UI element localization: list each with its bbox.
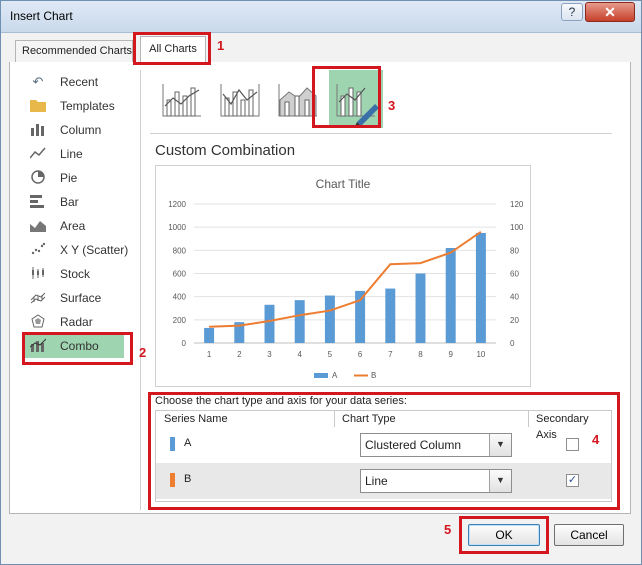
surface-chart-icon [30,290,46,306]
folder-icon [30,98,46,114]
bar-series-a [324,295,335,343]
annotation-1: 1 [217,38,225,53]
x-tick-label: 8 [418,350,423,359]
combo-chart: Chart Title 0 200 400 600 800 1000 1200 0 20 40 6… [168,177,524,380]
category-surface[interactable]: Surface [20,286,136,310]
legend-swatch-a [314,373,328,378]
bar-series-a [264,304,275,343]
highlight-ok-button [459,516,549,554]
y2-tick-label: 0 [510,339,515,348]
x-tick-label: 10 [476,350,485,359]
bar-chart-icon [30,194,46,210]
annotation-2: 2 [139,345,147,360]
title-bar: Insert Chart ? ✕ [1,1,641,33]
help-button[interactable]: ? [561,3,583,21]
y2-tick-label: 80 [510,246,519,255]
highlight-series-config [148,392,620,510]
bar-series-a [385,288,396,343]
category-stock[interactable]: Stock [20,262,136,286]
close-button[interactable]: ✕ [585,2,635,22]
bar-series-a [415,273,426,343]
stock-chart-icon [30,266,46,282]
y2-tick-label: 100 [510,223,524,232]
category-recent[interactable]: ↶ Recent [20,70,136,94]
bar-series-a [204,327,215,343]
column-line-secondary-icon [220,84,260,117]
tab-recommended-charts[interactable]: Recommended Charts [15,40,133,62]
annotation-4: 4 [592,432,600,447]
category-line[interactable]: Line [20,142,136,166]
annotation-5: 5 [444,522,452,537]
legend-label-a: A [332,371,338,380]
x-tick-label: 9 [448,350,453,359]
cancel-button[interactable]: Cancel [554,524,624,546]
radar-chart-icon [30,314,46,330]
y2-tick-label: 60 [510,270,519,279]
category-pie[interactable]: Pie [20,166,136,190]
y-tick-label: 1000 [168,223,186,232]
clustered-column-line-icon [162,84,201,117]
x-tick-label: 6 [358,350,363,359]
x-tick-label: 7 [388,350,393,359]
pie-chart-icon [30,170,46,186]
y-tick-label: 800 [173,246,187,255]
panel-divider [140,70,141,510]
y-tick-label: 600 [173,270,187,279]
y-tick-label: 0 [182,339,187,348]
subtype-column-line-secondary-axis[interactable] [213,70,267,128]
bar-series-a [294,300,305,343]
area-chart-icon [30,218,46,234]
category-area[interactable]: Area [20,214,136,238]
category-templates[interactable]: Templates [20,94,136,118]
recent-icon: ↶ [32,74,44,89]
x-tick-label: 4 [297,350,302,359]
x-tick-label: 2 [237,350,242,359]
legend-label-b: B [371,371,376,380]
dialog-title: Insert Chart [10,9,73,23]
y-tick-label: 400 [173,293,187,302]
x-tick-label: 1 [207,350,212,359]
highlight-custom-combination [312,66,381,128]
subtype-clustered-column-line[interactable] [155,70,209,128]
category-scatter[interactable]: X Y (Scatter) [20,238,136,262]
annotation-3: 3 [388,98,396,113]
bar-series-a [475,232,486,343]
highlight-combo-category [22,332,133,365]
y2-tick-label: 40 [510,293,519,302]
highlight-all-charts-tab [133,32,211,65]
chart-preview: Chart Title 0 200 400 600 800 1000 1200 0 20 40 6… [155,165,531,387]
x-tick-label: 5 [328,350,333,359]
bar-series-a [445,248,456,343]
section-title: Custom Combination [155,142,296,159]
line-series-b [209,230,482,328]
chart-title: Chart Title [316,177,371,191]
y2-tick-label: 20 [510,316,519,325]
scatter-chart-icon [30,242,46,258]
y-tick-label: 1200 [168,200,186,209]
y-tick-label: 200 [173,316,187,325]
section-separator [150,133,612,134]
column-chart-icon [30,122,46,138]
category-bar[interactable]: Bar [20,190,136,214]
x-tick-label: 3 [267,350,272,359]
y2-tick-label: 120 [510,200,524,209]
category-radar[interactable]: Radar [20,310,136,334]
category-column[interactable]: Column [20,118,136,142]
line-chart-icon [29,146,46,162]
chart-category-list: ↶ Recent Templates Column Line Pie Bar Ar… [20,70,136,358]
